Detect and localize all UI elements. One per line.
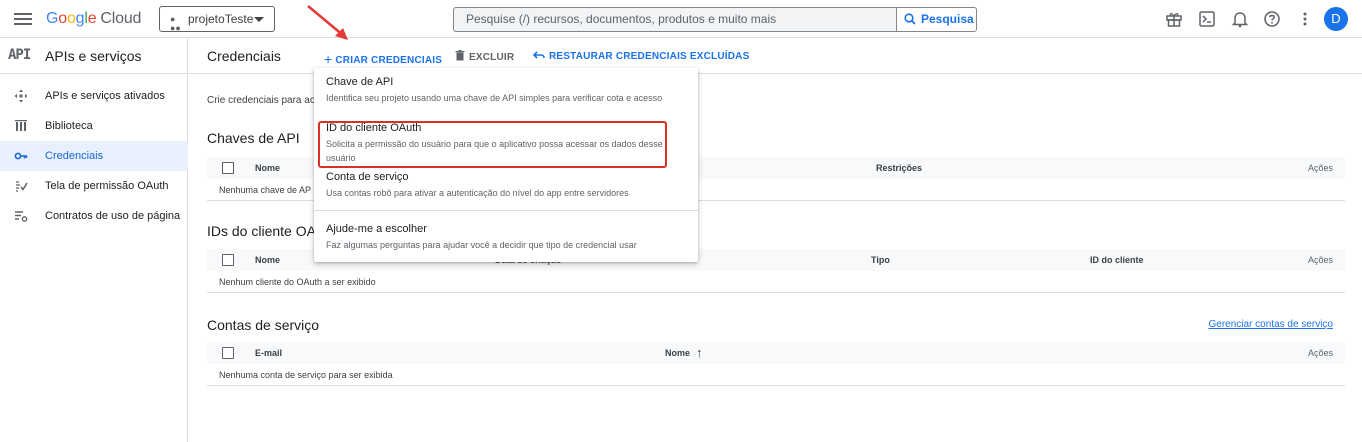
select-all-checkbox[interactable] — [222, 162, 234, 174]
column-header[interactable]: Nome — [255, 255, 280, 265]
project-selector[interactable]: ● ●● projetoTeste — [159, 6, 275, 33]
terminal-icon[interactable] — [1198, 10, 1216, 28]
plus-icon: + — [324, 51, 333, 67]
menu-item-title: Conta de serviço — [326, 171, 409, 183]
sidebar-item-credenciais[interactable]: Credenciais — [0, 141, 188, 171]
select-all-checkbox[interactable] — [222, 254, 234, 266]
restore-credentials-button[interactable]: RESTAURAR CREDENCIAIS EXCLUÍDAS — [532, 50, 749, 62]
menu-item-desc: Identifica seu projeto usando uma chave … — [326, 93, 663, 103]
empty-row: Nenhuma conta de serviço para ser exibid… — [207, 364, 1345, 386]
menu-item-desc: Faz algumas perguntas para ajudar você a… — [326, 240, 637, 250]
sort-arrow-up-icon[interactable]: ↑ — [696, 345, 703, 360]
hamburger-menu-icon[interactable] — [14, 10, 32, 28]
menu-item-title: Chave de API — [326, 76, 394, 88]
manage-service-accounts-link[interactable]: Gerenciar contas de serviço — [1208, 319, 1333, 330]
intro-text: Crie credenciais para ace — [207, 95, 321, 106]
undo-icon — [532, 51, 545, 59]
sidebar-item-oauth-consent[interactable]: Tela de permissão OAuth — [0, 171, 188, 201]
service-accounts-table-header: E-mail Nome ↑ Ações — [207, 342, 1345, 364]
trash-icon — [455, 50, 465, 61]
gift-icon[interactable] — [1165, 10, 1183, 28]
sidebar-item-label: Biblioteca — [45, 120, 93, 132]
library-icon — [15, 120, 27, 131]
column-header[interactable]: Nome — [255, 163, 280, 173]
sidebar-item-label: Contratos de uso de página — [45, 210, 181, 222]
column-header[interactable]: Nome — [665, 348, 690, 358]
create-credentials-button[interactable]: + CRIAR CREDENCIAIS — [324, 50, 442, 67]
settings-list-icon — [15, 211, 28, 222]
top-bar: Google Cloud ● ●● projetoTeste Pesquise (/… — [0, 0, 1362, 38]
sidebar-item-biblioteca[interactable]: Biblioteca — [0, 111, 188, 141]
sidebar-item-apis-ativados[interactable]: APIs e serviços ativados — [0, 81, 188, 111]
highlight-box — [318, 121, 667, 168]
column-header: Ações — [1307, 348, 1333, 358]
delete-button[interactable]: EXCLUIR — [455, 50, 514, 63]
menu-item-service-account[interactable]: Conta de serviço Usa contas robô para at… — [326, 171, 671, 200]
sidebar-item-contratos[interactable]: Contratos de uso de página — [0, 201, 188, 231]
project-icon: ● ●● — [170, 14, 181, 33]
consent-icon — [16, 181, 28, 192]
column-header: Restrições — [876, 163, 923, 173]
key-icon — [14, 152, 28, 160]
project-name: projetoTeste — [188, 12, 254, 26]
caret-down-icon — [254, 17, 264, 22]
oauth-title: IDs do cliente OAu — [207, 223, 324, 239]
column-header: Ações — [1307, 163, 1333, 173]
column-header: ID do cliente — [1090, 255, 1144, 265]
more-vert-icon[interactable] — [1296, 10, 1314, 28]
search-input[interactable]: Pesquise (/) recursos, documentos, produ… — [453, 7, 896, 32]
search-icon — [904, 13, 916, 25]
menu-divider — [314, 210, 698, 211]
sidebar-item-label: Tela de permissão OAuth — [45, 180, 169, 192]
sidebar-item-label: APIs e serviços ativados — [45, 90, 165, 102]
help-icon[interactable] — [1263, 10, 1281, 28]
sidebar-header: API APIs e serviços — [0, 38, 188, 74]
avatar[interactable]: D — [1324, 7, 1348, 31]
menu-item-desc: Usa contas robô para ativar a autenticaç… — [326, 188, 629, 198]
menu-item-api-key[interactable]: Chave de API Identifica seu projeto usan… — [326, 76, 671, 105]
menu-item-help-me-choose[interactable]: Ajude-me a escolher Faz algumas pergunta… — [326, 223, 671, 252]
page-title: Credenciais — [207, 48, 281, 64]
annotation-arrow-icon — [307, 5, 348, 40]
menu-item-title: Ajude-me a escolher — [326, 223, 427, 235]
api-keys-title: Chaves de API — [207, 130, 300, 146]
column-header: Tipo — [871, 255, 890, 265]
column-header: Ações — [1307, 255, 1333, 265]
column-header: E-mail — [255, 348, 283, 358]
api-logo: API — [8, 47, 31, 63]
google-cloud-logo[interactable]: Google Cloud — [46, 10, 141, 28]
sidebar: API APIs e serviços APIs e serviços ativ… — [0, 38, 188, 442]
search-button[interactable]: Pesquisa — [896, 7, 977, 32]
diamond-arrows-icon — [14, 89, 28, 103]
bell-icon[interactable] — [1231, 10, 1249, 28]
service-accounts-title: Contas de serviço — [207, 317, 320, 333]
sidebar-item-label: Credenciais — [45, 150, 104, 162]
empty-row: Nenhum cliente do OAuth a ser exibido — [207, 271, 1345, 293]
sidebar-title: APIs e serviços — [45, 48, 142, 64]
select-all-checkbox[interactable] — [222, 347, 234, 359]
